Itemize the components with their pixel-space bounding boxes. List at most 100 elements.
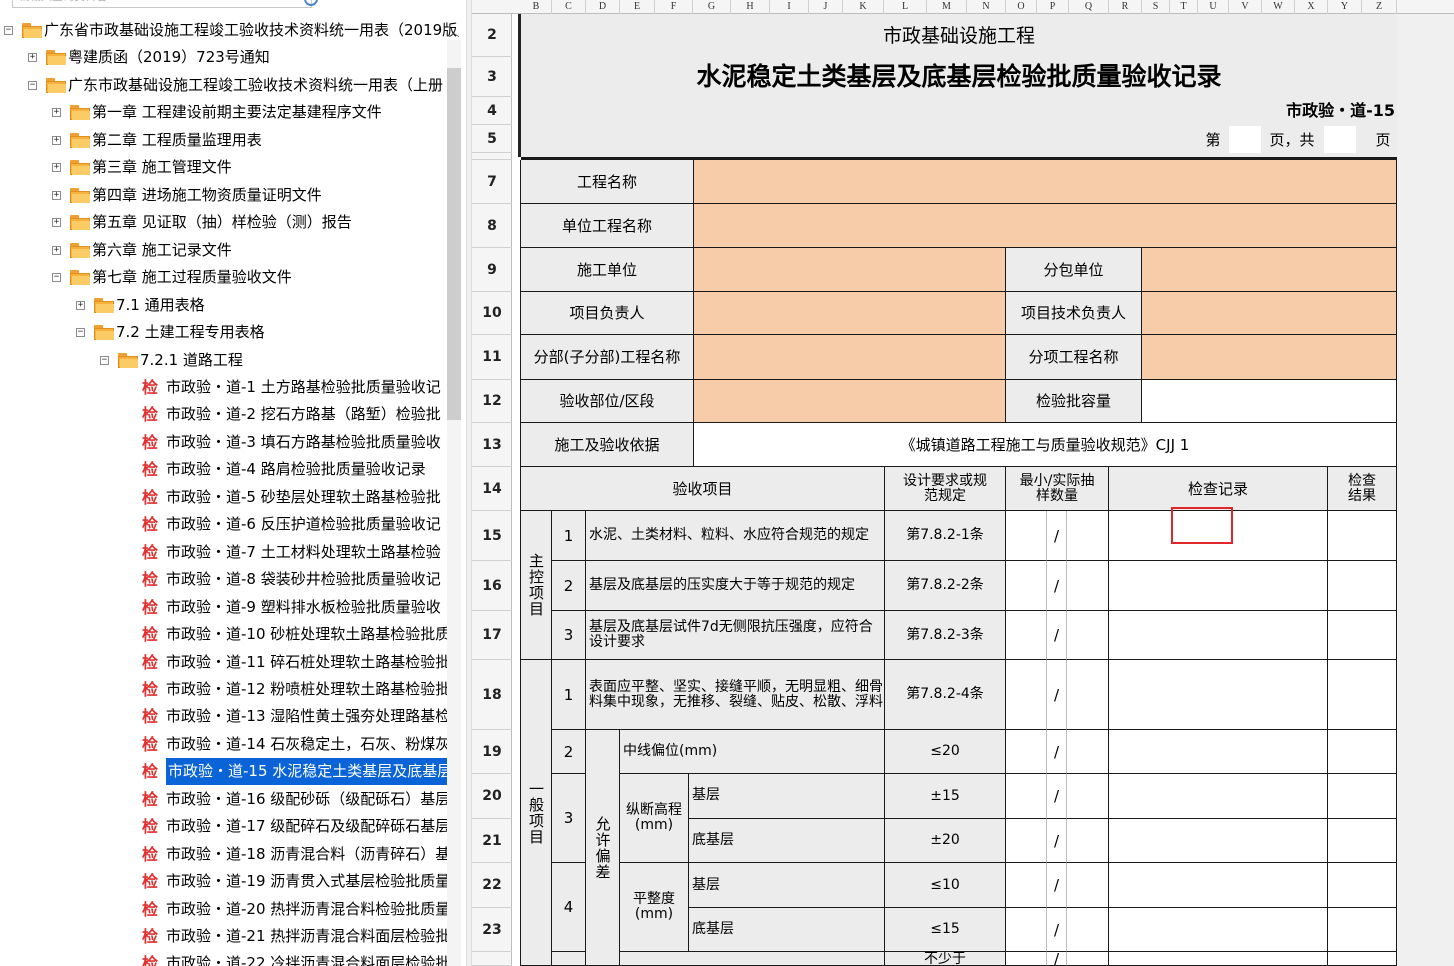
column-header[interactable]: Q [1069, 0, 1109, 14]
min-sample-input[interactable] [1006, 908, 1047, 952]
tree-node[interactable]: 检市政验・道-21 热拌沥青混合料面层检验批 [0, 923, 450, 950]
tree-node[interactable]: + 第四章 进场施工物资质量证明文件 [0, 182, 446, 209]
tree-node[interactable]: 检市政验・道-14 石灰稳定土，石灰、粉煤灰 [0, 731, 450, 758]
min-sample-input[interactable] [1006, 863, 1047, 908]
check-record-input[interactable] [1109, 863, 1328, 908]
column-header[interactable]: F [655, 0, 693, 14]
tree-node[interactable]: − 7.2.1 道路工程 [0, 347, 446, 374]
item-name-field[interactable] [1142, 335, 1397, 380]
actual-sample-input[interactable] [1067, 908, 1109, 952]
tree-node[interactable]: + 第三章 施工管理文件 [0, 154, 446, 181]
check-result-input[interactable] [1328, 561, 1397, 611]
actual-sample-input[interactable] [1067, 561, 1109, 611]
column-header[interactable]: Y [1328, 0, 1362, 14]
tree-node[interactable]: 检市政验・道-15 水泥稳定土类基层及底基层 [0, 758, 455, 786]
tree-node[interactable]: 检市政验・道-2 挖石方路基（路堑）检验批 [0, 401, 446, 428]
row-header[interactable]: 11 [472, 335, 512, 380]
row-header[interactable]: 3 [472, 57, 512, 97]
row-header[interactable]: 21 [472, 819, 512, 863]
check-result-input[interactable] [1328, 511, 1397, 561]
tree-search-input[interactable]: 请输入查询资料名 [12, 0, 312, 8]
expand-toggle-icon[interactable]: − [76, 328, 85, 337]
lot-capacity-field[interactable] [1142, 380, 1397, 423]
min-sample-input[interactable] [1006, 660, 1047, 730]
row-header[interactable]: 7 [472, 160, 512, 204]
check-record-input[interactable] [1109, 774, 1328, 819]
total-pages-input[interactable] [1324, 126, 1356, 153]
tree-node[interactable]: − 广东市政基础设施工程竣工验收技术资料统一用表（上册 [0, 72, 446, 99]
column-header[interactable]: B [521, 0, 552, 14]
expand-toggle-icon[interactable]: + [52, 163, 61, 172]
unit-project-field[interactable] [694, 204, 1397, 248]
check-result-input[interactable] [1328, 730, 1397, 774]
check-result-input[interactable] [1328, 611, 1397, 660]
actual-sample-input[interactable] [1067, 774, 1109, 819]
tree-node[interactable]: +7.1 通用表格 [0, 292, 446, 319]
check-result-input[interactable] [1328, 819, 1397, 863]
row-header[interactable]: 19 [472, 730, 512, 774]
column-header[interactable]: N [967, 0, 1006, 14]
row-header[interactable]: 14 [472, 467, 512, 511]
column-header[interactable]: W [1262, 0, 1295, 14]
min-sample-input[interactable] [1006, 561, 1047, 611]
column-header[interactable]: G [693, 0, 731, 14]
expand-toggle-icon[interactable]: + [52, 136, 61, 145]
tree-node[interactable]: 检市政验・道-6 反压护道检验批质量验收记 [0, 511, 446, 538]
expand-toggle-icon[interactable]: + [52, 246, 61, 255]
column-header[interactable]: J [809, 0, 843, 14]
row-header[interactable]: 9 [472, 248, 512, 292]
tree-scroll-thumb[interactable] [447, 68, 461, 420]
row-header[interactable]: 10 [472, 292, 512, 335]
column-header[interactable]: R [1109, 0, 1142, 14]
check-result-input[interactable] [1328, 908, 1397, 952]
tree-node[interactable]: 检市政验・道-3 填石方路基检验批质量验收 [0, 429, 446, 456]
contractor-field[interactable] [694, 248, 1006, 292]
actual-sample-input[interactable] [1067, 660, 1109, 730]
expand-toggle-icon[interactable]: + [52, 218, 61, 227]
column-header[interactable]: U [1198, 0, 1229, 14]
check-record-input[interactable] [1109, 660, 1328, 730]
actual-sample-input[interactable] [1067, 952, 1109, 966]
row-header[interactable]: 18 [472, 660, 512, 730]
column-header[interactable]: M [927, 0, 967, 14]
tree-node[interactable]: + 粤建质函（2019）723号通知 [0, 44, 446, 71]
actual-sample-input[interactable] [1067, 511, 1109, 561]
row-header[interactable]: 20 [472, 774, 512, 819]
tree-node[interactable]: 检市政验・道-18 沥青混合料（沥青碎石）基 [0, 841, 450, 868]
check-record-input[interactable] [1109, 819, 1328, 863]
row-header[interactable]: 8 [472, 204, 512, 248]
check-record-input[interactable] [1109, 908, 1328, 952]
subcontractor-field[interactable] [1142, 248, 1397, 292]
check-result-input[interactable] [1328, 660, 1397, 730]
column-header[interactable]: P [1037, 0, 1069, 14]
row-header[interactable]: 17 [472, 611, 512, 660]
row-header[interactable]: 13 [472, 423, 512, 467]
column-header[interactable]: I [770, 0, 809, 14]
check-result-input[interactable] [1328, 774, 1397, 819]
location-field[interactable] [694, 380, 1006, 423]
actual-sample-input[interactable] [1067, 611, 1109, 660]
sub-division-field[interactable] [694, 335, 1006, 380]
expand-toggle-icon[interactable]: + [28, 53, 37, 62]
tech-manager-field[interactable] [1142, 292, 1397, 335]
column-header[interactable]: X [1295, 0, 1328, 14]
tree-node[interactable]: + 第五章 见证取（抽）样检验（测）报告 [0, 209, 446, 236]
check-result-input[interactable] [1328, 952, 1397, 966]
actual-sample-input[interactable] [1067, 730, 1109, 774]
column-header[interactable]: T [1170, 0, 1198, 14]
column-header[interactable]: E [620, 0, 655, 14]
column-header[interactable]: O [1006, 0, 1037, 14]
tree-node[interactable]: 检市政验・道-20 热拌沥青混合料检验批质量 [0, 896, 450, 923]
tree-node[interactable]: + 第二章 工程质量监理用表 [0, 127, 446, 154]
row-header[interactable]: 15 [472, 511, 512, 561]
column-header[interactable]: L [884, 0, 927, 14]
tree-node[interactable]: 检市政验・道-1 土方路基检验批质量验收记 [0, 374, 446, 401]
project-name-field[interactable] [694, 160, 1397, 204]
tree-node[interactable]: + 第六章 施工记录文件 [0, 237, 446, 264]
min-sample-input[interactable] [1006, 819, 1047, 863]
min-sample-input[interactable] [1006, 774, 1047, 819]
check-record-input[interactable] [1109, 952, 1328, 966]
check-record-input[interactable] [1109, 611, 1328, 660]
tree-node[interactable]: 检市政验・道-9 塑料排水板检验批质量验收 [0, 594, 446, 621]
tree-node[interactable]: 检市政验・道-12 粉喷桩处理软土路基检验批 [0, 676, 450, 703]
